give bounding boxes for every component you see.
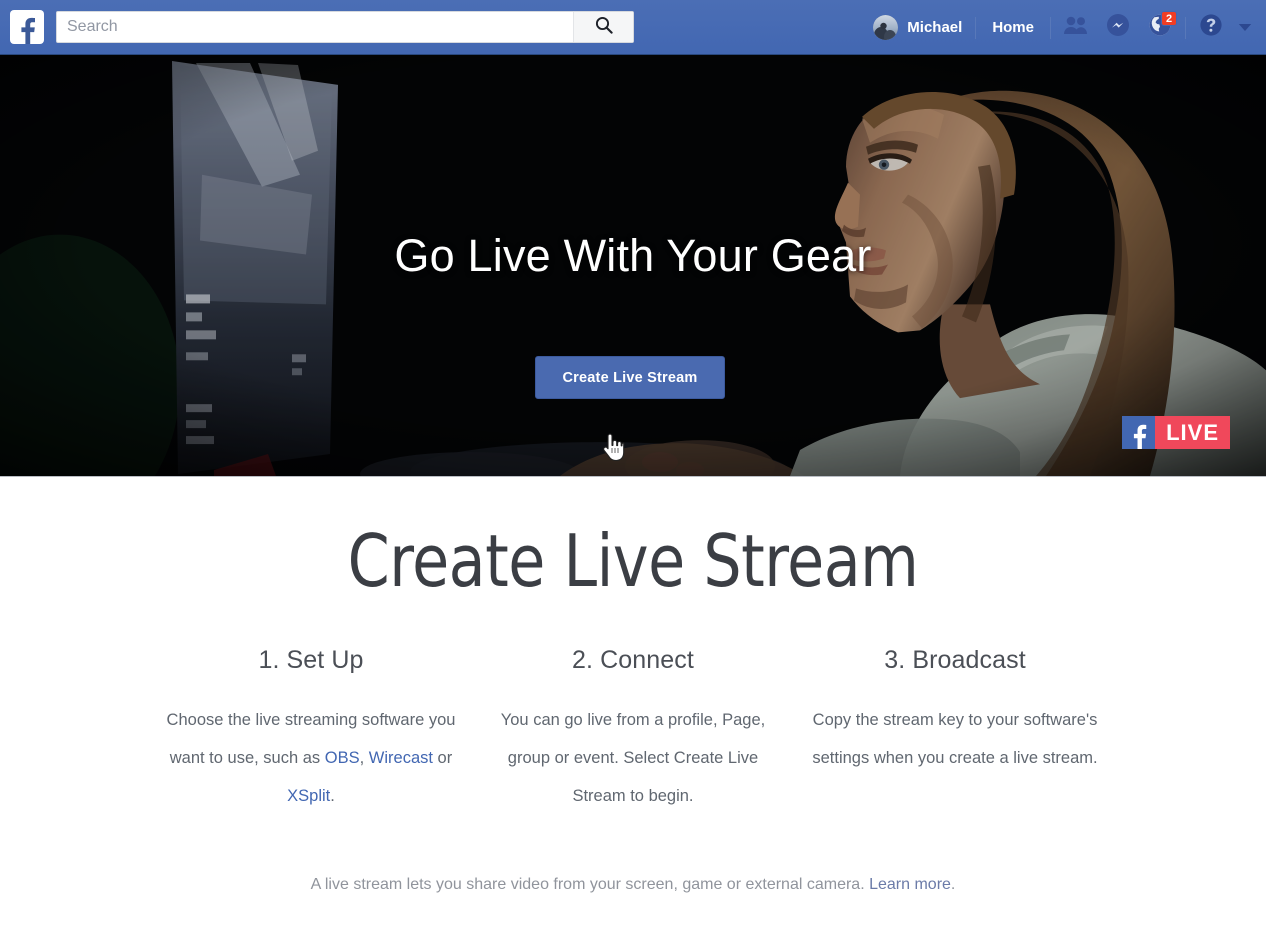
step-broadcast: 3. Broadcast Copy the stream key to your… (794, 646, 1116, 815)
footnote-suffix: . (950, 876, 956, 893)
obs-link[interactable]: OBS (325, 749, 360, 767)
profile-link[interactable]: Michael (864, 9, 971, 47)
step-body: Copy the stream key to your software's s… (812, 711, 1098, 767)
step-body: Choose the live streaming software you w… (150, 701, 472, 815)
facebook-f-logo-icon (16, 16, 38, 44)
live-label: LIVE (1155, 416, 1230, 449)
notifications-badge: 2 (1161, 10, 1177, 26)
navbar-divider (975, 16, 977, 39)
learn-more-link[interactable]: Learn more (869, 876, 951, 893)
hero-video-banner: Go Live With Your Gear Create Live Strea… (0, 55, 1266, 477)
friend-requests-icon (1063, 15, 1089, 40)
search-icon (595, 16, 613, 39)
create-live-stream-hero-button[interactable]: Create Live Stream (535, 356, 725, 399)
footnote: A live stream lets you share video from … (0, 876, 1266, 894)
live-producer-intro: Create Live Stream 1. Set Up Choose the … (0, 477, 1266, 894)
navbar-right-cluster: Michael Home 2 (864, 0, 1258, 55)
xsplit-link[interactable]: XSplit (287, 787, 330, 805)
facebook-f-logo-icon (1122, 416, 1156, 449)
navbar-divider (1185, 16, 1186, 39)
search-input[interactable] (57, 12, 573, 42)
step-connect: 2. Connect You can go live from a profil… (472, 646, 794, 815)
step-body-sep: , (359, 749, 369, 767)
wirecast-link[interactable]: Wirecast (369, 749, 433, 767)
search-submit-button[interactable] (573, 12, 633, 42)
friend-requests-button[interactable] (1055, 9, 1097, 47)
page-title: Create Live Stream (347, 519, 919, 603)
step-body: You can go live from a profile, Page, gr… (500, 711, 766, 805)
steps-row: 1. Set Up Choose the live streaming soft… (0, 646, 1266, 815)
home-link[interactable]: Home (980, 9, 1046, 47)
facebook-top-navbar: Michael Home (0, 0, 1266, 55)
messenger-icon (1106, 13, 1130, 42)
account-menu-button[interactable] (1232, 9, 1258, 47)
facebook-live-badge: LIVE (1122, 416, 1230, 449)
step-heading: 2. Connect (572, 646, 694, 674)
profile-name: Michael (907, 19, 963, 36)
navbar-divider (1050, 16, 1051, 39)
help-button[interactable] (1190, 9, 1232, 47)
avatar (873, 15, 899, 40)
step-heading: 3. Broadcast (884, 646, 1026, 674)
messenger-button[interactable] (1097, 9, 1139, 47)
footnote-text: A live stream lets you share video from … (310, 876, 865, 893)
chevron-down-icon (1238, 19, 1252, 37)
notifications-button[interactable]: 2 (1139, 9, 1181, 47)
step-set-up: 1. Set Up Choose the live streaming soft… (150, 646, 472, 815)
search-box[interactable] (56, 11, 634, 43)
help-icon (1199, 13, 1223, 42)
facebook-home-logo[interactable] (10, 10, 44, 44)
step-body-sep: or (432, 749, 453, 767)
step-heading: 1. Set Up (258, 646, 364, 674)
hero-title: Go Live With Your Gear (394, 230, 872, 281)
step-body-sep: . (330, 787, 335, 805)
